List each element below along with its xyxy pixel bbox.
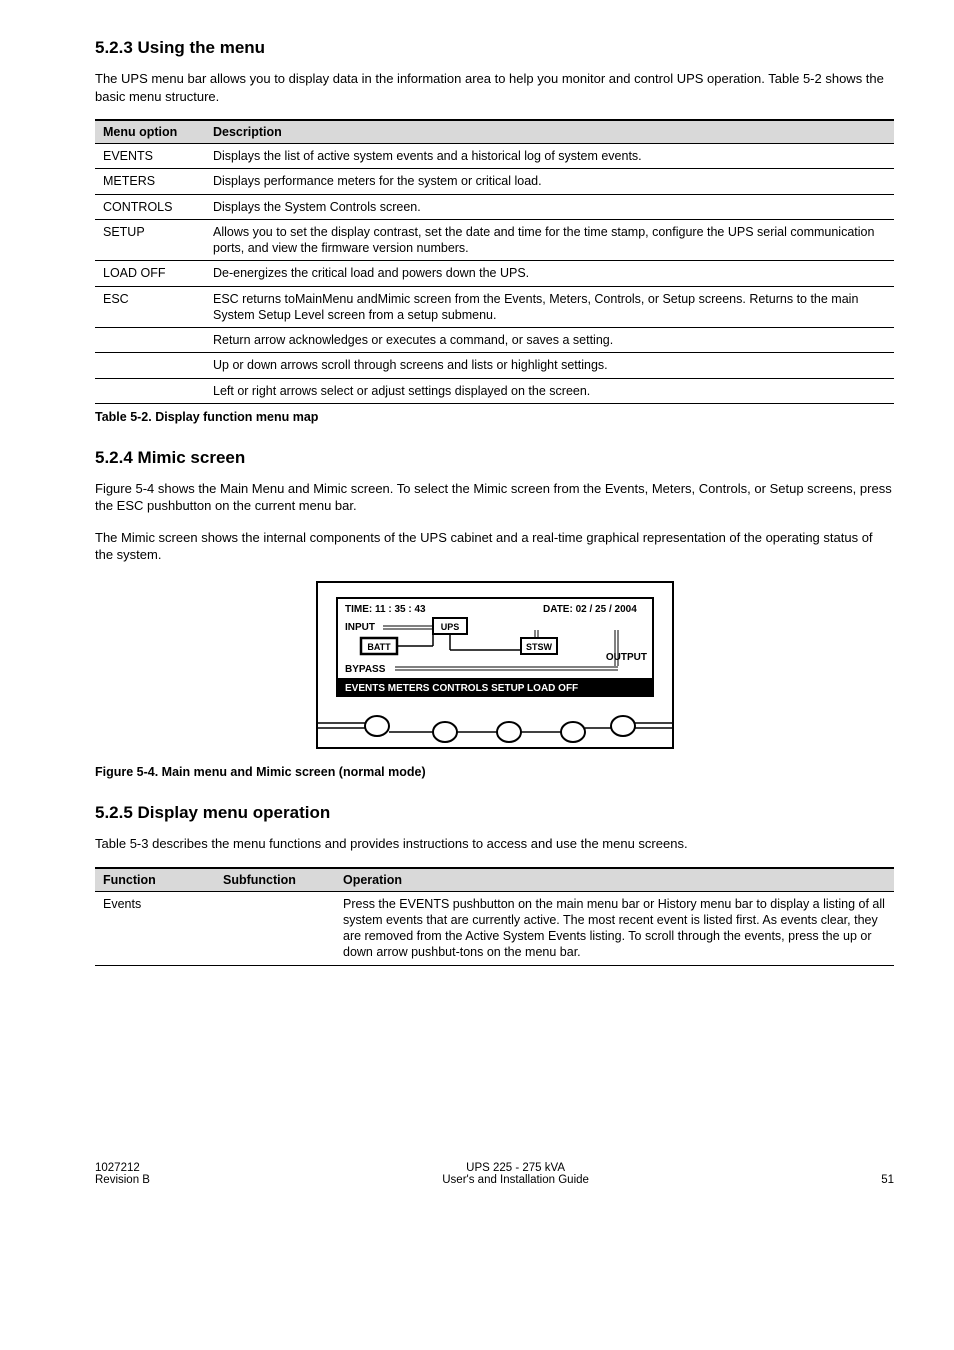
table-5-3: Function Subfunction Operation Events Pr…: [95, 867, 894, 966]
section-heading-525: 5.2.5 Display menu operation: [95, 803, 894, 823]
section-524-para1: Figure 5-4 shows the Main Menu and Mimic…: [95, 480, 894, 515]
cell-desc: Displays performance meters for the syst…: [205, 169, 894, 194]
section-heading-524: 5.2.4 Mimic screen: [95, 448, 894, 468]
cell-opt: [95, 378, 205, 403]
panel-button-1: [317, 716, 389, 736]
cell-desc: Allows you to set the display contrast, …: [205, 219, 894, 261]
cell-opt: CONTROLS: [95, 194, 205, 219]
table-row: ESCESC returns toMainMenu andMimic scree…: [95, 286, 894, 328]
th-subfunction: Subfunction: [215, 868, 335, 892]
page-footer: 1027212 Revision B UPS 225 - 275 kVA Use…: [0, 1162, 954, 1186]
cell-opt: SETUP: [95, 219, 205, 261]
table-row: Left or right arrows select or adjust se…: [95, 378, 894, 403]
table-row: Return arrow acknowledges or executes a …: [95, 328, 894, 353]
panel-button-4: [521, 722, 585, 742]
table-row: Events Press the EVENTS pushbutton on th…: [95, 891, 894, 965]
doc-title: UPS 225 - 275 kVA: [442, 1162, 589, 1174]
cell-desc: Left or right arrows select or adjust se…: [205, 378, 894, 403]
table-5-2: Menu option Description EVENTSDisplays t…: [95, 119, 894, 404]
section-heading-523: 5.2.3 Using the menu: [95, 38, 894, 58]
th-description: Description: [205, 120, 894, 144]
panel-button-2: [389, 722, 457, 742]
cell-desc: Return arrow acknowledges or executes a …: [205, 328, 894, 353]
cell-desc: Up or down arrows scroll through screens…: [205, 353, 894, 378]
lcd-batt: BATT: [367, 642, 391, 652]
page-number: 51: [881, 1174, 894, 1186]
cell-opt: [95, 353, 205, 378]
th-operation: Operation: [335, 868, 894, 892]
cell-opt: ESC: [95, 286, 205, 328]
table-row: METERSDisplays performance meters for th…: [95, 169, 894, 194]
cell-desc: ESC returns toMainMenu andMimic screen f…: [205, 286, 894, 328]
table-row: LOAD OFFDe-energizes the critical load a…: [95, 261, 894, 286]
figure-5-4: TIME: 11 : 35 : 43 DATE: 02 / 25 / 2004 …: [95, 580, 894, 755]
panel-button-3: [457, 722, 521, 742]
lcd-time: TIME: 11 : 35 : 43: [345, 604, 426, 615]
doc-subtitle: User's and Installation Guide: [442, 1174, 589, 1186]
lcd-input: INPUT: [345, 622, 375, 633]
th-function: Function: [95, 868, 215, 892]
table-5-2-caption: Table 5-2. Display function menu map: [95, 410, 894, 424]
cell-subfunction: [215, 891, 335, 965]
table-row: EVENTSDisplays the list of active system…: [95, 144, 894, 169]
cell-opt: LOAD OFF: [95, 261, 205, 286]
lcd-menubar: EVENTS METERS CONTROLS SETUP LOAD OFF: [345, 683, 578, 694]
cell-desc: Displays the list of active system event…: [205, 144, 894, 169]
lcd-stsw: STSW: [526, 642, 553, 652]
cell-opt: METERS: [95, 169, 205, 194]
lcd-ups: UPS: [440, 622, 459, 632]
section-524-para2: The Mimic screen shows the internal comp…: [95, 529, 894, 564]
cell-desc: Displays the System Controls screen.: [205, 194, 894, 219]
lcd-output: OUTPUT: [605, 652, 646, 663]
doc-number: 1027212: [95, 1162, 150, 1174]
cell-opt: [95, 328, 205, 353]
table-row: Up or down arrows scroll through screens…: [95, 353, 894, 378]
lcd-bypass: BYPASS: [345, 664, 386, 675]
th-menu-option: Menu option: [95, 120, 205, 144]
panel-button-5: [585, 716, 673, 736]
table-row: CONTROLSDisplays the System Controls scr…: [95, 194, 894, 219]
footer-left: 1027212 Revision B: [95, 1162, 150, 1186]
figure-5-4-caption: Figure 5-4. Main menu and Mimic screen (…: [95, 765, 894, 779]
cell-desc: De-energizes the critical load and power…: [205, 261, 894, 286]
cell-opt: EVENTS: [95, 144, 205, 169]
section-523-para: The UPS menu bar allows you to display d…: [95, 70, 894, 105]
cell-operation: Press the EVENTS pushbutton on the main …: [335, 891, 894, 965]
doc-revision: Revision B: [95, 1174, 150, 1186]
cell-function: Events: [95, 891, 215, 965]
lcd-date: DATE: 02 / 25 / 2004: [543, 604, 637, 615]
footer-center: UPS 225 - 275 kVA User's and Installatio…: [442, 1162, 589, 1186]
section-525-para: Table 5-3 describes the menu functions a…: [95, 835, 894, 853]
table-row: SETUPAllows you to set the display contr…: [95, 219, 894, 261]
